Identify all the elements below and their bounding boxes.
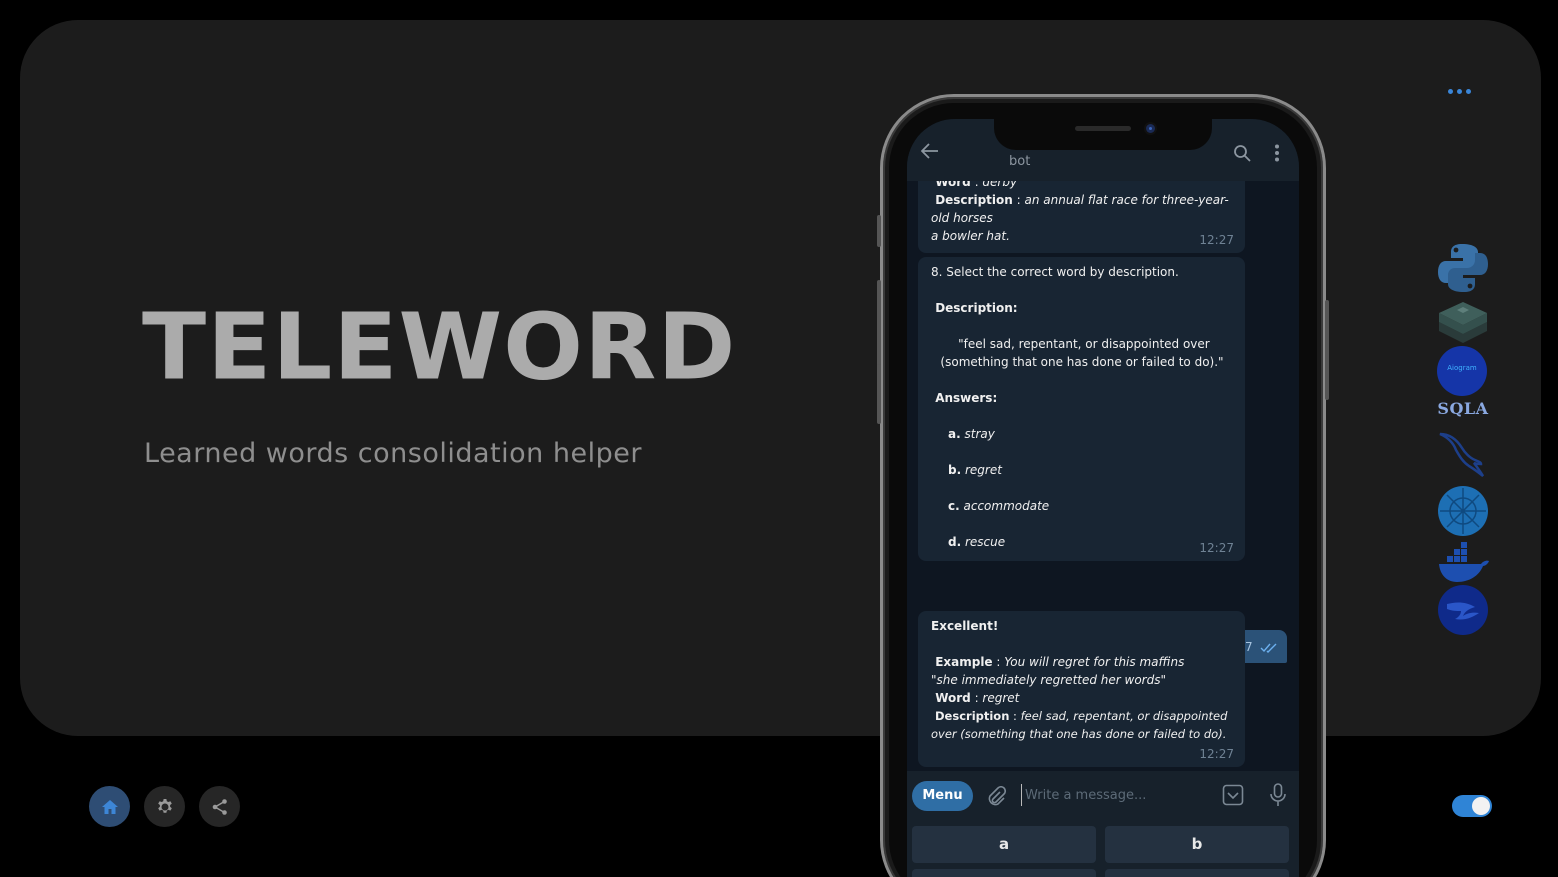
message-time: 12:27 — [1199, 747, 1234, 761]
app-subtitle: Learned words consolidation helper — [144, 438, 642, 469]
keyboard-toggle-icon[interactable] — [1222, 784, 1244, 806]
home-button[interactable] — [89, 786, 130, 827]
alembic-icon — [1438, 585, 1488, 635]
phone-side-button — [877, 280, 881, 370]
phone-screen: bot Word : derby Description : an annual… — [907, 119, 1299, 877]
python-icon — [1438, 244, 1488, 292]
message-time: 12:27 — [1199, 541, 1234, 555]
phone-side-button — [877, 364, 881, 424]
settings-button[interactable] — [144, 786, 185, 827]
answer-button-b[interactable]: b — [1105, 826, 1289, 863]
phone-side-button — [877, 215, 881, 247]
message-input-bar: Menu — [907, 771, 1299, 819]
search-icon[interactable] — [1233, 144, 1251, 162]
phone-power-button — [1325, 300, 1329, 400]
phone-speaker — [1075, 126, 1131, 131]
phone-camera — [1146, 124, 1155, 133]
theme-toggle[interactable] — [1452, 795, 1492, 817]
menu-button[interactable]: Menu — [912, 781, 973, 811]
message-input[interactable] — [1021, 784, 1201, 806]
bot-result-message: Excellent! Example : You will regret for… — [918, 611, 1245, 767]
nginx-icon — [1438, 486, 1488, 536]
answer-button[interactable] — [1105, 869, 1289, 877]
reply-keyboard: a b — [907, 819, 1299, 877]
back-arrow-icon[interactable] — [921, 143, 939, 159]
aiogram-icon: Aiogram — [1437, 346, 1487, 396]
more-options-icon[interactable] — [1448, 86, 1476, 96]
aiogram-label: Aiogram — [1447, 364, 1477, 372]
chat-messages: Word : derby Description : an annual fla… — [907, 181, 1299, 771]
bot-question-message: 8. Select the correct word by descriptio… — [918, 257, 1245, 561]
attach-icon[interactable] — [986, 786, 1006, 806]
share-icon — [212, 798, 227, 815]
microphone-icon[interactable] — [1269, 783, 1287, 807]
chat-title: bot — [1009, 154, 1031, 169]
answer-button-a[interactable]: a — [912, 826, 1096, 863]
bot-message: Word : derby Description : an annual fla… — [918, 181, 1245, 253]
app-title: TELEWORD — [142, 294, 737, 401]
answer-button[interactable] — [912, 869, 1096, 877]
double-check-icon — [1260, 643, 1277, 653]
share-button[interactable] — [199, 786, 240, 827]
home-icon — [101, 799, 118, 814]
message-time: 12:27 — [1199, 233, 1234, 247]
redis-icon — [1439, 302, 1487, 343]
sqlalchemy-icon: SQLA — [1437, 399, 1489, 418]
mysql-icon — [1439, 432, 1485, 477]
docker-icon — [1439, 542, 1489, 582]
gear-icon — [157, 798, 172, 813]
kebab-menu-icon[interactable] — [1274, 144, 1280, 162]
